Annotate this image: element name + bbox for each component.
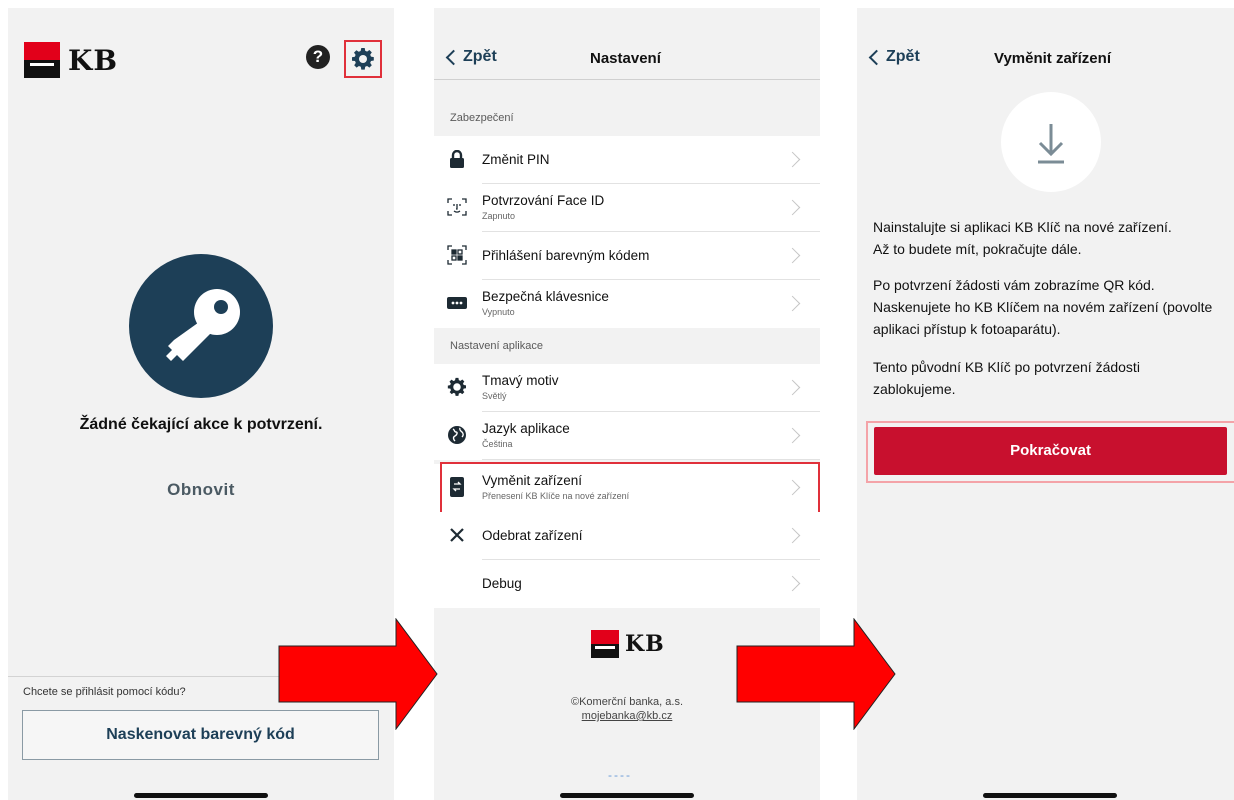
item-sublabel: Čeština	[482, 439, 513, 449]
item-sublabel: Vypnuto	[482, 307, 515, 317]
key-icon	[166, 289, 240, 361]
chevron-right-icon	[784, 247, 801, 264]
chevron-left-icon	[445, 49, 462, 65]
gear-icon	[352, 48, 374, 70]
item-label: Odebrat zařízení	[482, 528, 583, 543]
text-line: Po potvrzení žádosti vám zobrazíme QR kó…	[873, 277, 1155, 293]
item-label: Přihlášení barevným kódem	[482, 248, 650, 263]
kb-logo-text: KB	[68, 43, 119, 77]
item-label: Tmavý motiv	[482, 373, 559, 388]
nav-bar: Zpět Nastavení	[434, 8, 820, 80]
chevron-right-icon	[784, 527, 801, 544]
back-button[interactable]: Zpět	[444, 48, 497, 66]
question-circle-icon[interactable]: ?	[306, 45, 330, 69]
text-line: Nainstalujte si aplikaci KB Klíč na nové…	[873, 219, 1172, 235]
settings-item-remove-device[interactable]: Odebrat zařízení	[434, 512, 820, 560]
item-label: Změnit PIN	[482, 152, 550, 167]
chevron-right-icon	[784, 199, 801, 216]
item-label: Debug	[482, 576, 522, 591]
close-icon	[446, 524, 468, 546]
home-indicator	[134, 793, 268, 798]
settings-item-color-code-login[interactable]: Přihlášení barevným kódem	[434, 232, 820, 280]
section-header-security: Zabezpečení	[434, 100, 820, 136]
flow-arrow-right-icon	[736, 618, 896, 730]
back-button[interactable]: Zpět	[867, 48, 920, 66]
qr-code-icon	[446, 244, 468, 266]
settings-item-debug[interactable]: Debug	[434, 560, 820, 608]
face-id-icon	[446, 196, 468, 218]
gear-icon	[446, 376, 468, 398]
chevron-right-icon	[784, 427, 801, 444]
item-label: Potvrzování Face ID	[482, 193, 605, 208]
chevron-right-icon	[784, 575, 801, 592]
download-illustration	[1001, 92, 1101, 192]
page-title: Nastavení	[590, 50, 661, 67]
settings-item-change-pin[interactable]: Změnit PIN	[434, 136, 820, 184]
highlight-change-device	[440, 462, 820, 514]
key-illustration	[129, 254, 273, 398]
settings-item-app-language[interactable]: Jazyk aplikace Čeština	[434, 412, 820, 460]
text-line: Naskenujete ho KB Klíčem na novém zaříze…	[873, 299, 1213, 315]
item-label: Jazyk aplikace	[482, 421, 570, 436]
text-line: zablokujeme.	[873, 381, 956, 397]
instructions-paragraph-3: Tento původní KB Klíč po potvrzení žádos…	[873, 356, 1140, 400]
text-line: Tento původní KB Klíč po potvrzení žádos…	[873, 359, 1140, 375]
kb-logo: KB	[591, 630, 665, 658]
settings-button[interactable]	[344, 40, 382, 78]
instructions-paragraph-1: Nainstalujte si aplikaci KB Klíč na nové…	[873, 216, 1172, 260]
globe-icon	[446, 424, 468, 446]
screen-change-device: Zpět Vyměnit zařízení Nainstalujte si ap…	[857, 8, 1234, 800]
chevron-left-icon	[868, 49, 885, 65]
continue-button[interactable]: Pokračovat	[874, 427, 1227, 475]
lock-icon	[446, 148, 468, 170]
kb-logo-mark	[591, 630, 619, 658]
settings-item-secure-keyboard[interactable]: Bezpečná klávesnice Vypnuto	[434, 280, 820, 328]
settings-item-dark-theme[interactable]: Tmavý motiv Světlý	[434, 364, 820, 412]
nav-bar: Zpět Vyměnit zařízení	[857, 8, 1234, 80]
item-label: Bezpečná klávesnice	[482, 289, 609, 304]
empty-state-message: Žádné čekající akce k potvrzení.	[79, 416, 323, 433]
flow-arrow-right-icon	[278, 618, 438, 730]
kb-logo-text: KB	[625, 631, 665, 657]
keyboard-icon	[446, 292, 468, 314]
kb-logo-mark	[24, 42, 60, 78]
section-header-app-settings: Nastavení aplikace	[434, 328, 820, 364]
page-title: Vyměnit zařízení	[994, 50, 1111, 67]
chevron-right-icon	[784, 151, 801, 168]
item-sublabel: Světlý	[482, 391, 507, 401]
instructions-paragraph-2: Po potvrzení žádosti vám zobrazíme QR kó…	[873, 274, 1212, 340]
home-indicator	[983, 793, 1117, 798]
text-line: aplikaci přístup k fotoaparátu).	[873, 321, 1061, 337]
text-line: Až to budete mít, pokračujte dále.	[873, 241, 1082, 257]
download-icon	[1038, 124, 1064, 164]
back-label: Zpět	[463, 48, 497, 65]
settings-item-face-id[interactable]: Potvrzování Face ID Zapnuto	[434, 184, 820, 232]
refresh-button[interactable]: Obnovit	[8, 480, 394, 500]
kb-logo: KB	[24, 42, 118, 78]
item-sublabel: Zapnuto	[482, 211, 516, 221]
page-indicator: ----	[608, 768, 632, 782]
code-login-prompt: Chcete se přihlásit pomocí kódu?	[23, 686, 186, 698]
chevron-right-icon	[784, 379, 801, 396]
back-label: Zpět	[886, 48, 920, 65]
chevron-right-icon	[784, 295, 801, 312]
home-indicator	[560, 793, 694, 798]
